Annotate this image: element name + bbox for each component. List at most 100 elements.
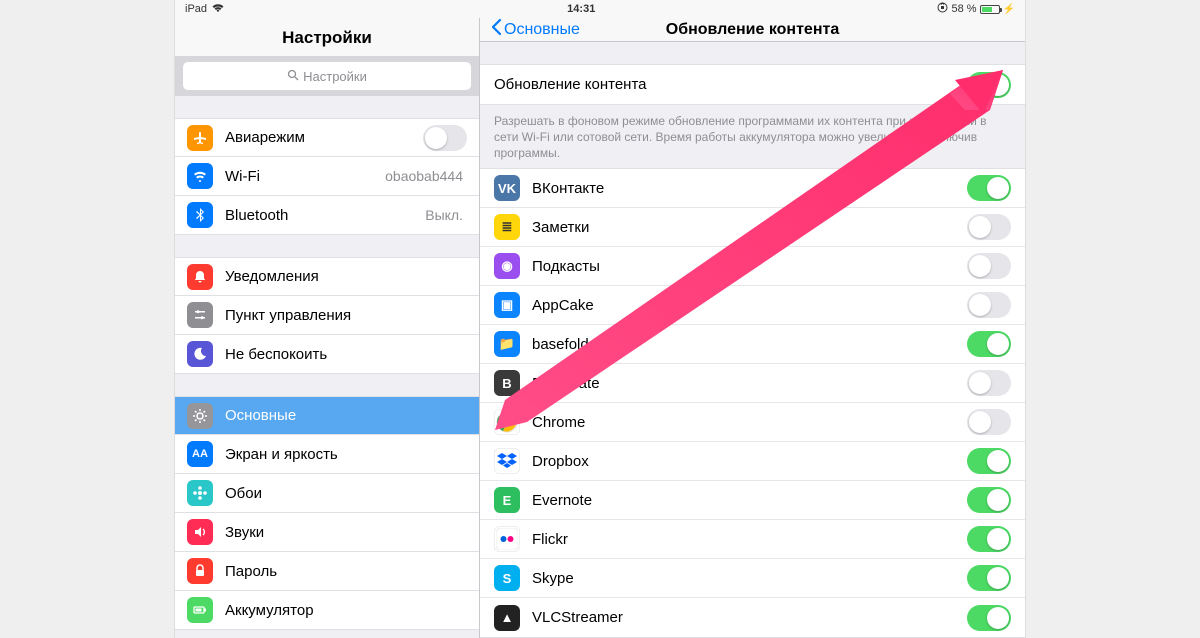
bookmate-app-icon: B	[494, 370, 520, 396]
bluetooth-icon	[187, 202, 213, 228]
status-bar: iPad 14:31 58 % ⚡	[175, 0, 1025, 18]
evernote-toggle[interactable]	[967, 487, 1011, 513]
sidebar-item-label: Авиарежим	[225, 129, 423, 146]
app-label: Dropbox	[532, 453, 967, 470]
search-placeholder: Настройки	[303, 69, 367, 84]
sidebar-item-wallpaper[interactable]: Обои	[175, 474, 479, 513]
wifi-status-icon	[211, 3, 225, 16]
back-button[interactable]: Основные	[490, 18, 580, 41]
bell-icon	[187, 264, 213, 290]
sidebar-item-battery[interactable]: Аккумулятор	[175, 591, 479, 630]
sidebar-item-label: Уведомления	[225, 268, 467, 285]
sidebar-item-airplane[interactable]: Авиарежим	[175, 118, 479, 157]
app-row-dropbox[interactable]: Dropbox	[480, 442, 1025, 481]
evernote-app-icon: E	[494, 487, 520, 513]
device-label: iPad	[185, 3, 207, 15]
sidebar-item-detail: Выкл.	[425, 207, 463, 223]
app-label: Bookmate	[532, 375, 967, 392]
chrome-toggle[interactable]	[967, 409, 1011, 435]
app-label: Flickr	[532, 531, 967, 548]
vlc-toggle[interactable]	[967, 605, 1011, 631]
sidebar-item-label: Обои	[225, 485, 467, 502]
flower-icon	[187, 480, 213, 506]
search-icon	[287, 69, 299, 84]
sidebar-item-general[interactable]: Основные	[175, 396, 479, 435]
app-label: Evernote	[532, 492, 967, 509]
detail-header: Основные Обновление контента	[480, 18, 1025, 42]
airplane-icon	[187, 125, 213, 151]
podcasts-toggle[interactable]	[967, 253, 1011, 279]
ipad-settings-screen: iPad 14:31 58 % ⚡ Настройки Наст	[175, 0, 1025, 638]
detail-pane[interactable]: Основные Обновление контента Обновление …	[480, 18, 1025, 638]
app-row-appcake[interactable]: ▣AppCake	[480, 286, 1025, 325]
lock-icon	[187, 558, 213, 584]
charging-icon: ⚡	[1003, 4, 1015, 15]
speaker-icon	[187, 519, 213, 545]
sidebar-item-label: Звуки	[225, 524, 467, 541]
chevron-left-icon	[490, 18, 502, 41]
sidebar-item-label: Bluetooth	[225, 207, 425, 224]
AA-icon: AA	[187, 441, 213, 467]
app-row-basefolder[interactable]: 📁 basefolder	[480, 325, 1025, 364]
background-refresh-master-toggle[interactable]	[967, 72, 1011, 98]
search-input[interactable]: Настройки	[183, 62, 471, 90]
sidebar-item-bluetooth[interactable]: BluetoothВыкл.	[175, 196, 479, 235]
sidebar-title: Настройки	[175, 18, 479, 56]
app-row-chrome[interactable]: Chrome	[480, 403, 1025, 442]
app-row-bookmate[interactable]: B Bookmate	[480, 364, 1025, 403]
notes-app-icon: ≣	[494, 214, 520, 240]
app-label: Подкасты	[532, 258, 967, 275]
app-row-podcasts[interactable]: ◉ Подкасты	[480, 247, 1025, 286]
vlc-app-icon: ▲	[494, 605, 520, 631]
back-label: Основные	[504, 21, 580, 39]
sliders-icon	[187, 302, 213, 328]
flickr-toggle[interactable]	[967, 526, 1011, 552]
app-row-evernote[interactable]: E Evernote	[480, 481, 1025, 520]
app-row-skype[interactable]: SSkype	[480, 559, 1025, 598]
sidebar-item-sounds[interactable]: Звуки	[175, 513, 479, 552]
sidebar-item-label: Пункт управления	[225, 307, 467, 324]
sidebar-item-label: Не беспокоить	[225, 346, 467, 363]
background-refresh-master-row[interactable]: Обновление контента	[480, 65, 1025, 104]
flickr-app-icon	[494, 526, 520, 552]
airplane-toggle[interactable]	[423, 125, 467, 151]
notes-toggle[interactable]	[967, 214, 1011, 240]
apps-group: VK ВКонтакте ≣Заметки ◉ Подкасты ▣AppCake 📁 bas…	[480, 168, 1025, 638]
basefolder-app-icon: 📁	[494, 331, 520, 357]
basefolder-toggle[interactable]	[967, 331, 1011, 357]
sidebar-item-display[interactable]: AAЭкран и яркость	[175, 435, 479, 474]
sidebar-item-wifi[interactable]: Wi-Fiobaobab444	[175, 157, 479, 196]
sidebar-item-label: Основные	[225, 407, 467, 424]
app-row-vk[interactable]: VK ВКонтакте	[480, 169, 1025, 208]
app-label: basefolder	[532, 336, 967, 353]
master-label: Обновление контента	[494, 76, 967, 93]
dropbox-app-icon	[494, 448, 520, 474]
sidebar-item-passcode[interactable]: Пароль	[175, 552, 479, 591]
dropbox-toggle[interactable]	[967, 448, 1011, 474]
app-row-vlc[interactable]: ▲ VLCStreamer	[480, 598, 1025, 637]
vk-app-icon: VK	[494, 175, 520, 201]
app-label: Chrome	[532, 414, 967, 431]
skype-toggle[interactable]	[967, 565, 1011, 591]
orientation-lock-icon	[937, 2, 948, 16]
moon-icon	[187, 341, 213, 367]
podcasts-app-icon: ◉	[494, 253, 520, 279]
clock: 14:31	[225, 3, 937, 15]
app-label: VLCStreamer	[532, 609, 967, 626]
master-toggle-group: Обновление контента	[480, 64, 1025, 105]
gear-icon	[187, 403, 213, 429]
vk-toggle[interactable]	[967, 175, 1011, 201]
bookmate-toggle[interactable]	[967, 370, 1011, 396]
wifi-icon	[187, 163, 213, 189]
sidebar-item-detail: obaobab444	[385, 168, 463, 184]
app-row-flickr[interactable]: Flickr	[480, 520, 1025, 559]
battery-percent: 58 %	[951, 3, 976, 15]
settings-sidebar[interactable]: Настройки Настройки Авиарежим Wi-Fiobaoba…	[175, 18, 480, 638]
app-label: ВКонтакте	[532, 180, 967, 197]
appcake-toggle[interactable]	[967, 292, 1011, 318]
sidebar-item-notifications[interactable]: Уведомления	[175, 257, 479, 296]
appcake-app-icon: ▣	[494, 292, 520, 318]
sidebar-item-control-center[interactable]: Пункт управления	[175, 296, 479, 335]
app-row-notes[interactable]: ≣Заметки	[480, 208, 1025, 247]
sidebar-item-dnd[interactable]: Не беспокоить	[175, 335, 479, 374]
